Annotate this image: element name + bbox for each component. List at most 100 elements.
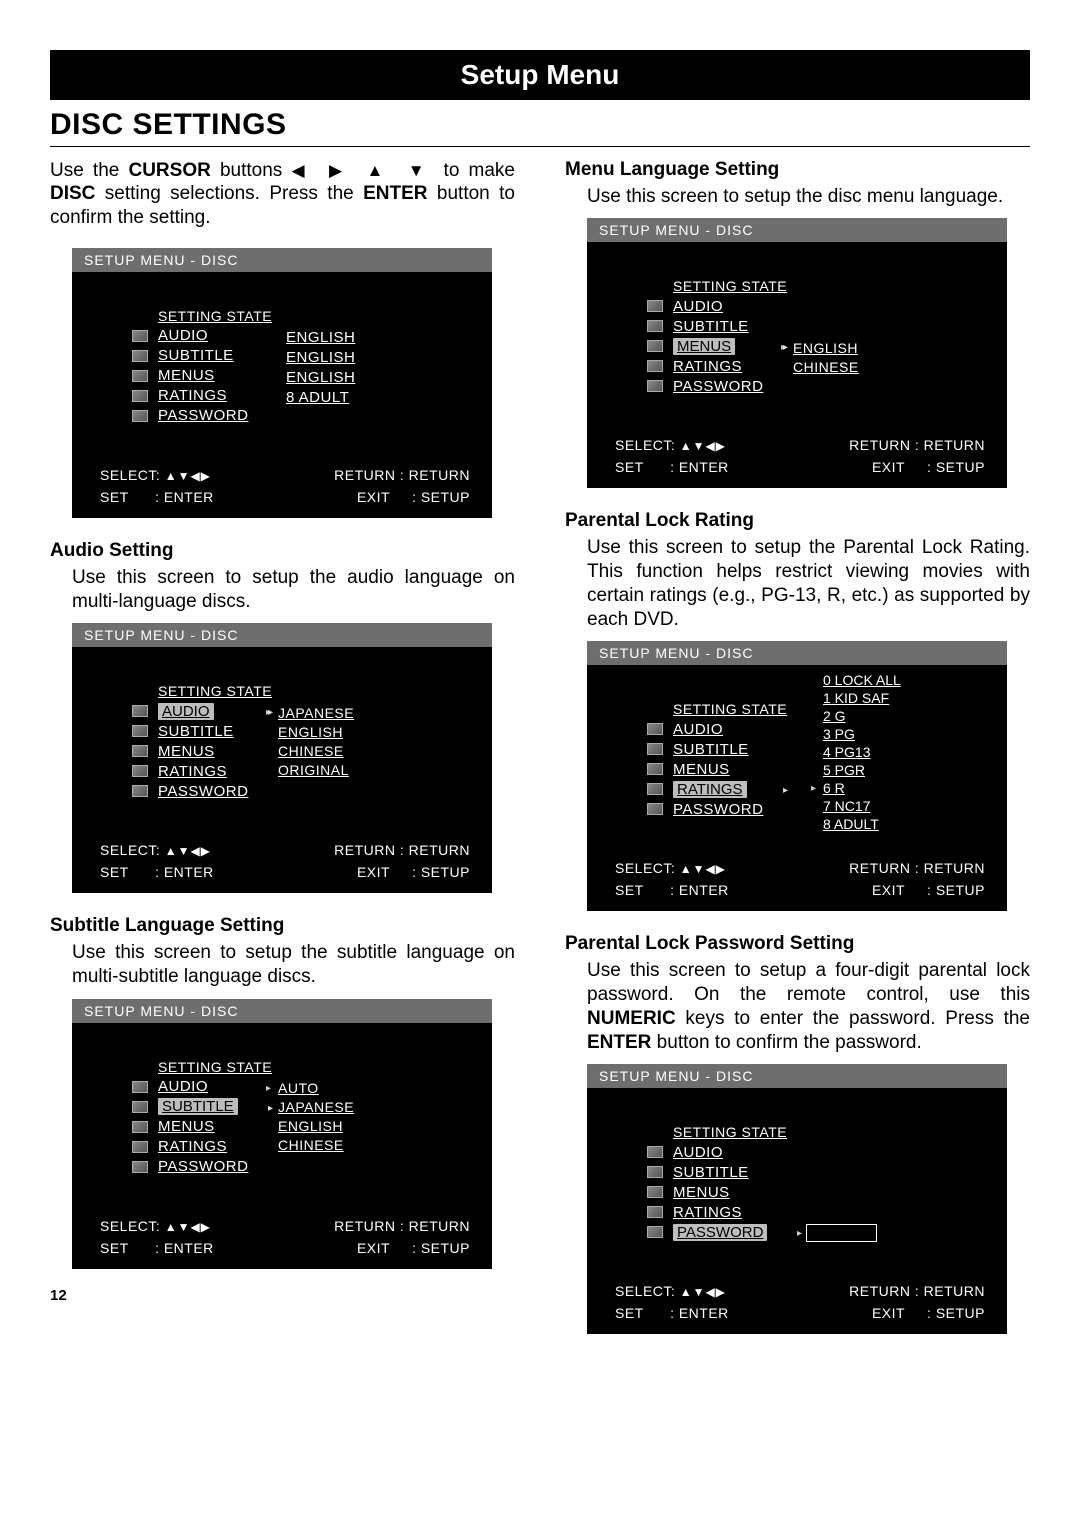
menu-icon (132, 330, 148, 342)
menu-icon (647, 803, 663, 815)
heading-ratings: Parental Lock Rating (565, 510, 1030, 532)
option-item: CHINESE (278, 741, 354, 760)
option-item: ORIGINAL (278, 760, 354, 779)
menu-icon (647, 743, 663, 755)
footer-row-set: SET : ENTEREXIT : SETUP (615, 879, 985, 901)
option-item: 7 NC17 (823, 797, 901, 815)
setting-state-heading: SETTING STATE (158, 683, 272, 699)
screenshot-title: SETUP MENU - DISC (72, 999, 492, 1023)
menu-icon (132, 1101, 148, 1113)
screenshot-title: SETUP MENU - DISC (72, 248, 492, 272)
menu-item-password: PASSWORD (587, 1222, 787, 1242)
page-number: 12 (50, 1287, 515, 1304)
option-item: 0 LOCK ALL (823, 671, 901, 689)
menu-icon (647, 783, 663, 795)
menu-item-audio: AUDIO (587, 719, 787, 739)
menu-icon (132, 745, 148, 757)
screenshot-password: SETUP MENU - DISC SETTING STATE AUDIOSUBTI… (587, 1064, 1007, 1334)
menu-icon (647, 300, 663, 312)
menu-icon (647, 763, 663, 775)
cursor-arrows: ◀ ▶ ▲ ▼ (291, 161, 434, 180)
option-item: 3 PG (823, 725, 901, 743)
menu-item-subtitle: SUBTITLE (587, 1162, 787, 1182)
footer-row-set: SET : ENTEREXIT : SETUP (615, 1302, 985, 1324)
menu-icon (132, 370, 148, 382)
menu-item-ratings: RATINGS (72, 761, 272, 781)
footer-row-select: SELECT: ▲▼◀▶RETURN : RETURN (615, 857, 985, 879)
footer-row-select: SELECT: ▲▼◀▶RETURN : RETURN (615, 434, 985, 456)
menu-item-ratings: RATINGS (72, 1137, 272, 1157)
desc-menus: Use this screen to setup the disc menu l… (565, 185, 1030, 209)
menu-icon (647, 1226, 663, 1238)
setting-state-heading: SETTING STATE (673, 1124, 787, 1140)
footer-row-set: SET : ENTEREXIT : SETUP (615, 456, 985, 478)
menu-item-password: PASSWORD (587, 376, 787, 396)
screenshot-title: SETUP MENU - DISC (587, 1064, 1007, 1088)
screenshot-title: SETUP MENU - DISC (587, 641, 1007, 665)
menu-icon (647, 1166, 663, 1178)
menu-value: ENGLISH (272, 328, 492, 348)
menu-value: ENGLISH (272, 368, 492, 388)
menu-item-audio: AUDIO (72, 326, 272, 346)
menu-icon (647, 320, 663, 332)
menu-item-menus: MENUS (587, 1182, 787, 1202)
option-item: 1 KID SAF (823, 689, 901, 707)
option-item: AUTO (278, 1079, 354, 1098)
heading-audio: Audio Setting (50, 540, 515, 562)
menu-value: 8 ADULT (272, 388, 492, 408)
setting-state-heading: SETTING STATE (158, 308, 272, 324)
setting-state-heading: SETTING STATE (158, 1059, 272, 1075)
desc-ratings: Use this screen to setup the Parental Lo… (565, 536, 1030, 631)
menu-icon (647, 723, 663, 735)
setting-state-heading: SETTING STATE (673, 701, 787, 717)
menu-icon (132, 725, 148, 737)
heading-password: Parental Lock Password Setting (565, 933, 1030, 955)
menu-icon (647, 1206, 663, 1218)
desc-audio: Use this screen to setup the audio langu… (50, 566, 515, 614)
option-item: ENGLISH (793, 338, 859, 357)
section-heading: DISC SETTINGS (50, 108, 1030, 142)
option-item: 5 PGR (823, 761, 901, 779)
menu-icon (132, 785, 148, 797)
footer-row-set: SET : ENTEREXIT : SETUP (100, 1237, 470, 1259)
screenshot-main: SETUP MENU - DISC SETTING STATE AUDIOSUBTI… (72, 248, 492, 518)
option-item: ENGLISH (278, 722, 354, 741)
screenshot-audio: SETUP MENU - DISCSETTING STATEAUDIOSUBTI… (72, 623, 492, 893)
menu-item-audio: AUDIO (587, 296, 787, 316)
option-item: JAPANESE (278, 1098, 354, 1117)
footer-row-set: SET : ENTEREXIT : SETUP (100, 486, 470, 508)
menu-item-password: PASSWORD (72, 1157, 272, 1177)
menu-icon (132, 350, 148, 362)
menu-icon (132, 390, 148, 402)
menu-item-subtitle: SUBTITLE (72, 1097, 272, 1117)
menu-icon (132, 1161, 148, 1173)
menu-item-ratings: RATINGS (587, 1202, 787, 1222)
screenshot-title: SETUP MENU - DISC (72, 623, 492, 647)
desc-subtitle: Use this screen to setup the subtitle la… (50, 941, 515, 989)
option-item: 6 R (823, 779, 901, 797)
column-right: Menu Language Setting Use this screen to… (565, 159, 1030, 1335)
divider (50, 146, 1030, 147)
option-item: 2 G (823, 707, 901, 725)
menu-item-menus: MENUS (587, 336, 787, 356)
menu-item-ratings: RATINGS (587, 356, 787, 376)
menu-item-menus: MENUS (72, 741, 272, 761)
footer-row-select: SELECT: ▲▼◀▶RETURN : RETURN (100, 464, 470, 486)
menu-value: ENGLISH (272, 348, 492, 368)
screenshot-ratings: SETUP MENU - DISCSETTING STATEAUDIOSUBTI… (587, 641, 1007, 911)
footer-row-select: SELECT: ▲▼◀▶RETURN : RETURN (100, 839, 470, 861)
option-item: ENGLISH (278, 1117, 354, 1136)
menu-item-subtitle: SUBTITLE (72, 346, 272, 366)
option-item: CHINESE (793, 357, 859, 376)
menu-item-subtitle: SUBTITLE (72, 721, 272, 741)
footer-row-select: SELECT: ▲▼◀▶RETURN : RETURN (615, 1280, 985, 1302)
menu-item-audio: AUDIO (72, 1077, 272, 1097)
password-setting-box: SETTING (806, 1224, 877, 1242)
menu-icon (647, 1186, 663, 1198)
menu-item-subtitle: SUBTITLE (587, 316, 787, 336)
screenshot-title: SETUP MENU - DISC (587, 218, 1007, 242)
menu-item-ratings: RATINGS (587, 779, 787, 799)
option-item: CHINESE (278, 1136, 354, 1155)
menu-icon (647, 1146, 663, 1158)
menu-item-audio: AUDIO (587, 1142, 787, 1162)
